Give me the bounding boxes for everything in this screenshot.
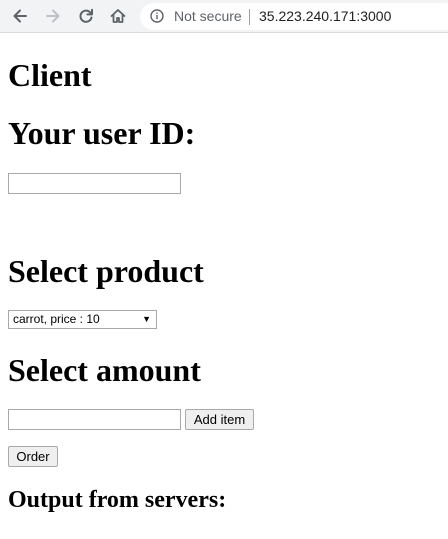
browser-toolbar: Not secure 35.223.240.171:3000 (0, 0, 448, 33)
reload-icon[interactable] (75, 5, 97, 27)
user-id-heading: Your user ID: (8, 115, 196, 151)
forward-icon[interactable] (42, 5, 64, 27)
dropdown-caret-icon: ▼ (142, 314, 151, 324)
product-select-value: carrot, price : 10 (13, 312, 100, 326)
back-icon[interactable] (9, 5, 31, 27)
amount-input[interactable] (8, 409, 181, 430)
output-heading: Output from servers: (8, 487, 227, 513)
product-select[interactable]: carrot, price : 10 ▼ (8, 310, 157, 329)
order-button[interactable]: Order (8, 446, 58, 467)
amount-heading: Select amount (8, 352, 201, 388)
url-text[interactable]: 35.223.240.171:3000 (259, 8, 391, 24)
omnibox-divider (249, 9, 250, 25)
info-icon[interactable] (150, 9, 164, 23)
product-heading: Select product (8, 253, 204, 289)
user-id-input[interactable] (8, 173, 181, 194)
page-title: Client (8, 57, 92, 93)
page-content: Client Your user ID: Select product carr… (0, 33, 448, 539)
add-item-button[interactable]: Add item (185, 409, 254, 430)
home-icon[interactable] (107, 5, 129, 27)
address-bar[interactable]: Not secure 35.223.240.171:3000 (140, 3, 448, 30)
security-label: Not secure (174, 8, 242, 24)
